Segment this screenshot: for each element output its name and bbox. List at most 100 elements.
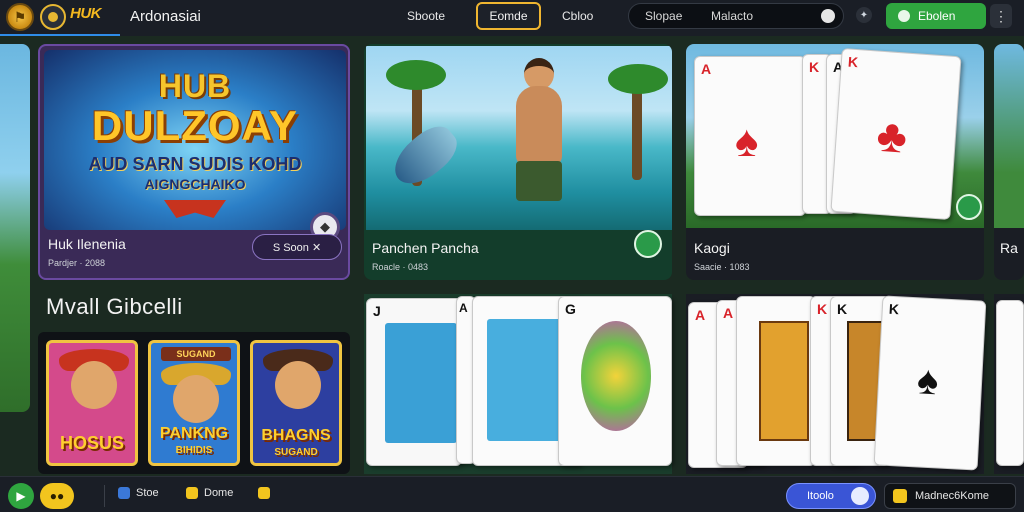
search-icon[interactable] xyxy=(821,9,835,23)
slot-game-tile[interactable]: BHAGNS SUGAND xyxy=(250,340,342,466)
fishing-game-art xyxy=(366,46,672,230)
featured-play-button[interactable]: S Soon ✕ xyxy=(252,234,342,260)
nav-tab-active[interactable]: Eomde xyxy=(476,2,541,30)
card-rank: K xyxy=(817,301,828,317)
face-card-art xyxy=(759,321,809,441)
spade-suit-icon: ♠ xyxy=(915,358,940,404)
fish-card-row[interactable]: J A G xyxy=(364,294,672,474)
carousel-prev-card[interactable] xyxy=(0,44,30,412)
featured-game-art: HUB DULZOAY AUD SARN SUDIS KOHD AIGNGCHA… xyxy=(44,50,346,230)
featured-game-sub: Pardjer · 2088 xyxy=(48,258,106,268)
store-icon xyxy=(118,487,130,499)
featured-art-line1: HUB xyxy=(158,68,232,104)
playing-card: A ♠ xyxy=(694,56,806,216)
card-game-art: A ♠ K A K ♣ xyxy=(686,44,984,228)
card-rank: K xyxy=(888,300,900,318)
featured-art-line3: AUD SARN SUDIS KOHD xyxy=(88,154,302,174)
featured-game-name: Huk Ilenenia xyxy=(48,236,126,252)
brand-name[interactable]: Ardonasiai xyxy=(130,8,201,25)
fisherman-pants xyxy=(516,161,562,201)
slot-label: BHAGNS xyxy=(261,427,331,444)
search-bar[interactable]: Slopae Malacto xyxy=(628,3,844,29)
card-rank: A xyxy=(459,301,468,315)
main-content: HUB DULZOAY AUD SARN SUDIS KOHD AIGNGCHA… xyxy=(0,36,1024,476)
playing-card: K ♠ xyxy=(873,295,987,471)
playing-card: K ♣ xyxy=(830,48,962,220)
nav-link-cbloo[interactable]: Cbloo xyxy=(562,9,593,23)
bottom-item-bag[interactable] xyxy=(258,487,276,499)
play-icon[interactable]: ▶ xyxy=(8,483,34,509)
next-card-row[interactable] xyxy=(994,294,1024,474)
fish-playing-card: J xyxy=(366,298,462,466)
coin-logo-icon[interactable]: ⚑ xyxy=(6,3,34,31)
club-suit-icon: ♣ xyxy=(875,108,909,163)
spade-suit-icon: ♠ xyxy=(735,117,759,166)
fish-art-panel xyxy=(385,323,457,443)
more-menu-icon[interactable]: ⋮ xyxy=(990,4,1012,28)
game-card-panchen[interactable]: Panchen Pancha Roacle · 0483 xyxy=(364,44,672,280)
bottom-bar: ▶ ●● Stoe Dome Itoolo Madnec6Kome xyxy=(0,476,1024,512)
slot-game-tile[interactable]: SUGAND PANKNG BIHIDIS xyxy=(148,340,240,466)
brand-mark[interactable]: HUK xyxy=(70,5,102,22)
card-row[interactable]: A A K K K ♠ xyxy=(686,294,987,474)
slot-top-label: SUGAND xyxy=(161,347,231,361)
bag-icon xyxy=(258,487,270,499)
divider xyxy=(104,485,105,507)
section-title: Mvall Gibcelli xyxy=(46,294,183,319)
slots-panel: HOSUS SUGAND PANKNG BIHIDIS BHAGNS SUGAN… xyxy=(38,332,350,474)
palm-trunk xyxy=(632,80,642,180)
bottom-item-label: Stoe xyxy=(136,487,159,499)
play-diamond-icon[interactable] xyxy=(634,230,662,258)
slot-game-tile[interactable]: HOSUS xyxy=(46,340,138,466)
ribbon-icon xyxy=(164,200,226,218)
top-bar: ⚑ HUK Ardonasiai Sboote Eomde Cbloo Slop… xyxy=(0,0,1024,37)
login-label: Ebolen xyxy=(918,9,956,23)
search-left-text: Slopae xyxy=(645,9,683,23)
slot-label: HOSUS xyxy=(59,433,124,453)
game-card-kaogi[interactable]: A ♠ K A K ♣ Kaogi Saacie · 1083 xyxy=(686,44,984,280)
login-button[interactable]: Ebolen xyxy=(886,3,986,29)
game-sub: Saacie · 1083 xyxy=(694,262,750,272)
profile-label: Itoolo xyxy=(807,490,834,502)
slot-label: PANKNG xyxy=(159,425,229,442)
account-label: Madnec6Kome xyxy=(915,490,989,502)
account-icon xyxy=(893,489,907,503)
character-face xyxy=(275,361,321,409)
playing-card xyxy=(996,300,1024,466)
game-name: Kaogi xyxy=(694,240,730,256)
card-rank: A xyxy=(723,305,734,321)
game-name: Ra xyxy=(1000,240,1018,256)
carousel-next-card[interactable]: Ra xyxy=(994,44,1024,280)
featured-game-card[interactable]: HUB DULZOAY AUD SARN SUDIS KOHD AIGNGCHA… xyxy=(38,44,350,280)
play-diamond-icon[interactable] xyxy=(956,194,982,220)
avatar-icon xyxy=(851,487,869,505)
card-rank: K xyxy=(847,53,859,71)
game-name: Panchen Pancha xyxy=(372,240,479,256)
card-rank: K xyxy=(837,301,848,317)
playing-card xyxy=(736,296,816,466)
eyes-icon[interactable]: ●● xyxy=(40,483,74,509)
settings-icon[interactable]: ✦ xyxy=(856,7,872,23)
search-placeholder[interactable]: Malacto xyxy=(711,9,753,23)
featured-art-line2: DULZOAY xyxy=(91,102,299,149)
nav-link-sboote[interactable]: Sboote xyxy=(407,9,445,23)
bottom-item-label: Dome xyxy=(204,487,234,499)
eye-logo-icon[interactable] xyxy=(40,4,66,30)
card-rank: G xyxy=(565,301,576,317)
card-rank: A xyxy=(701,61,712,77)
card-rank: A xyxy=(695,307,706,323)
game-sub: Roacle · 0483 xyxy=(372,262,429,272)
character-face xyxy=(173,375,219,423)
featured-art-line4: AIGNGCHAIKO xyxy=(144,176,246,192)
bottom-item-dome[interactable]: Dome xyxy=(186,487,233,499)
card-rank: K xyxy=(809,59,820,75)
card-rank: J xyxy=(373,303,381,319)
fish-icon xyxy=(385,118,465,194)
palm-leaves xyxy=(608,64,668,94)
profile-button[interactable]: Itoolo xyxy=(786,483,876,509)
account-button[interactable]: Madnec6Kome xyxy=(884,483,1016,509)
slot-sublabel: BIHIDIS xyxy=(175,445,213,456)
bottom-item-stoe[interactable]: Stoe xyxy=(118,487,159,499)
next-game-art xyxy=(994,44,1024,228)
chips-stack-icon xyxy=(581,321,651,431)
